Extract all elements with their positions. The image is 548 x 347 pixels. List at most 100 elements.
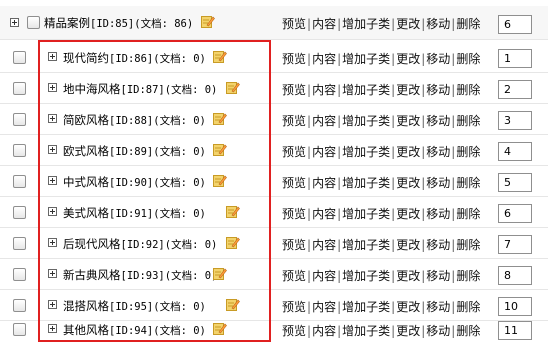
- edit-icon[interactable]: [226, 81, 240, 94]
- preview-link[interactable]: 预览: [282, 324, 306, 338]
- category-label[interactable]: 美式风格[ID:91](文档: 0): [63, 205, 206, 221]
- sort-order-input[interactable]: [498, 111, 532, 130]
- edit-icon[interactable]: [213, 143, 227, 156]
- edit-link[interactable]: 更改: [396, 300, 420, 314]
- category-title[interactable]: 后现代风格: [63, 237, 121, 251]
- preview-link[interactable]: 预览: [282, 114, 306, 128]
- content-link[interactable]: 内容: [312, 52, 336, 66]
- move-link[interactable]: 移动: [426, 207, 450, 221]
- category-label[interactable]: 精品案例[ID:85](文档: 86): [44, 15, 193, 31]
- delete-link[interactable]: 删除: [456, 238, 480, 252]
- edit-link[interactable]: 更改: [396, 269, 420, 283]
- sort-order-input[interactable]: [498, 204, 532, 223]
- sort-order-input[interactable]: [498, 49, 532, 68]
- edit-link[interactable]: 更改: [396, 17, 420, 31]
- edit-link[interactable]: 更改: [396, 83, 420, 97]
- delete-link[interactable]: 删除: [456, 17, 480, 31]
- delete-link[interactable]: 删除: [456, 207, 480, 221]
- preview-link[interactable]: 预览: [282, 176, 306, 190]
- content-link[interactable]: 内容: [312, 207, 336, 221]
- expand-icon[interactable]: [48, 114, 57, 123]
- add-child-link[interactable]: 增加子类: [342, 238, 390, 252]
- preview-link[interactable]: 预览: [282, 207, 306, 221]
- delete-link[interactable]: 删除: [456, 114, 480, 128]
- delete-link[interactable]: 删除: [456, 52, 480, 66]
- category-label[interactable]: 中式风格[ID:90](文档: 0): [63, 174, 206, 190]
- category-title[interactable]: 其他风格: [63, 323, 109, 337]
- add-child-link[interactable]: 增加子类: [342, 114, 390, 128]
- sort-order-input[interactable]: [498, 142, 532, 161]
- sort-order-input[interactable]: [498, 80, 532, 99]
- row-checkbox[interactable]: [13, 237, 26, 250]
- row-checkbox[interactable]: [13, 144, 26, 157]
- category-title[interactable]: 混搭风格: [63, 299, 109, 313]
- edit-link[interactable]: 更改: [396, 52, 420, 66]
- edit-icon[interactable]: [213, 322, 227, 335]
- edit-link[interactable]: 更改: [396, 145, 420, 159]
- category-title[interactable]: 美式风格: [63, 206, 109, 220]
- category-label[interactable]: 其他风格[ID:94](文档: 0): [63, 322, 206, 338]
- content-link[interactable]: 内容: [312, 83, 336, 97]
- expand-icon[interactable]: [48, 324, 57, 333]
- move-link[interactable]: 移动: [426, 324, 450, 338]
- category-label[interactable]: 后现代风格[ID:92](文档: 0): [63, 236, 217, 252]
- delete-link[interactable]: 删除: [456, 176, 480, 190]
- add-child-link[interactable]: 增加子类: [342, 269, 390, 283]
- expand-icon[interactable]: [48, 300, 57, 309]
- category-title[interactable]: 精品案例: [44, 16, 90, 30]
- edit-icon[interactable]: [213, 112, 227, 125]
- category-label[interactable]: 现代简约[ID:86](文档: 0): [63, 50, 206, 66]
- category-title[interactable]: 地中海风格: [63, 82, 121, 96]
- category-title[interactable]: 现代简约: [63, 51, 109, 65]
- edit-link[interactable]: 更改: [396, 324, 420, 338]
- category-title[interactable]: 欧式风格: [63, 144, 109, 158]
- category-label[interactable]: 混搭风格[ID:95](文档: 0): [63, 298, 206, 314]
- row-checkbox[interactable]: [13, 175, 26, 188]
- sort-order-input[interactable]: [498, 235, 532, 254]
- move-link[interactable]: 移动: [426, 238, 450, 252]
- edit-icon[interactable]: [226, 205, 240, 218]
- content-link[interactable]: 内容: [312, 114, 336, 128]
- expand-icon[interactable]: [48, 207, 57, 216]
- edit-link[interactable]: 更改: [396, 114, 420, 128]
- expand-icon[interactable]: [48, 52, 57, 61]
- add-child-link[interactable]: 增加子类: [342, 83, 390, 97]
- move-link[interactable]: 移动: [426, 17, 450, 31]
- content-link[interactable]: 内容: [312, 269, 336, 283]
- expand-icon[interactable]: [48, 269, 57, 278]
- preview-link[interactable]: 预览: [282, 145, 306, 159]
- sort-order-input[interactable]: [498, 266, 532, 285]
- preview-link[interactable]: 预览: [282, 238, 306, 252]
- move-link[interactable]: 移动: [426, 145, 450, 159]
- expand-icon[interactable]: [10, 18, 19, 27]
- edit-link[interactable]: 更改: [396, 238, 420, 252]
- move-link[interactable]: 移动: [426, 176, 450, 190]
- add-child-link[interactable]: 增加子类: [342, 176, 390, 190]
- row-checkbox[interactable]: [13, 113, 26, 126]
- row-checkbox[interactable]: [27, 16, 40, 29]
- delete-link[interactable]: 删除: [456, 83, 480, 97]
- move-link[interactable]: 移动: [426, 269, 450, 283]
- category-label[interactable]: 简欧风格[ID:88](文档: 0): [63, 112, 206, 128]
- preview-link[interactable]: 预览: [282, 300, 306, 314]
- edit-icon[interactable]: [226, 236, 240, 249]
- content-link[interactable]: 内容: [312, 300, 336, 314]
- row-checkbox[interactable]: [13, 299, 26, 312]
- delete-link[interactable]: 删除: [456, 145, 480, 159]
- edit-icon[interactable]: [213, 50, 227, 63]
- preview-link[interactable]: 预览: [282, 52, 306, 66]
- category-label[interactable]: 欧式风格[ID:89](文档: 0): [63, 143, 206, 159]
- delete-link[interactable]: 删除: [456, 324, 480, 338]
- sort-order-input[interactable]: [498, 15, 532, 34]
- sort-order-input[interactable]: [498, 173, 532, 192]
- preview-link[interactable]: 预览: [282, 83, 306, 97]
- move-link[interactable]: 移动: [426, 114, 450, 128]
- delete-link[interactable]: 删除: [456, 300, 480, 314]
- category-title[interactable]: 简欧风格: [63, 113, 109, 127]
- content-link[interactable]: 内容: [312, 176, 336, 190]
- row-checkbox[interactable]: [13, 323, 26, 336]
- delete-link[interactable]: 删除: [456, 269, 480, 283]
- expand-icon[interactable]: [48, 176, 57, 185]
- sort-order-input[interactable]: [498, 321, 532, 340]
- content-link[interactable]: 内容: [312, 17, 336, 31]
